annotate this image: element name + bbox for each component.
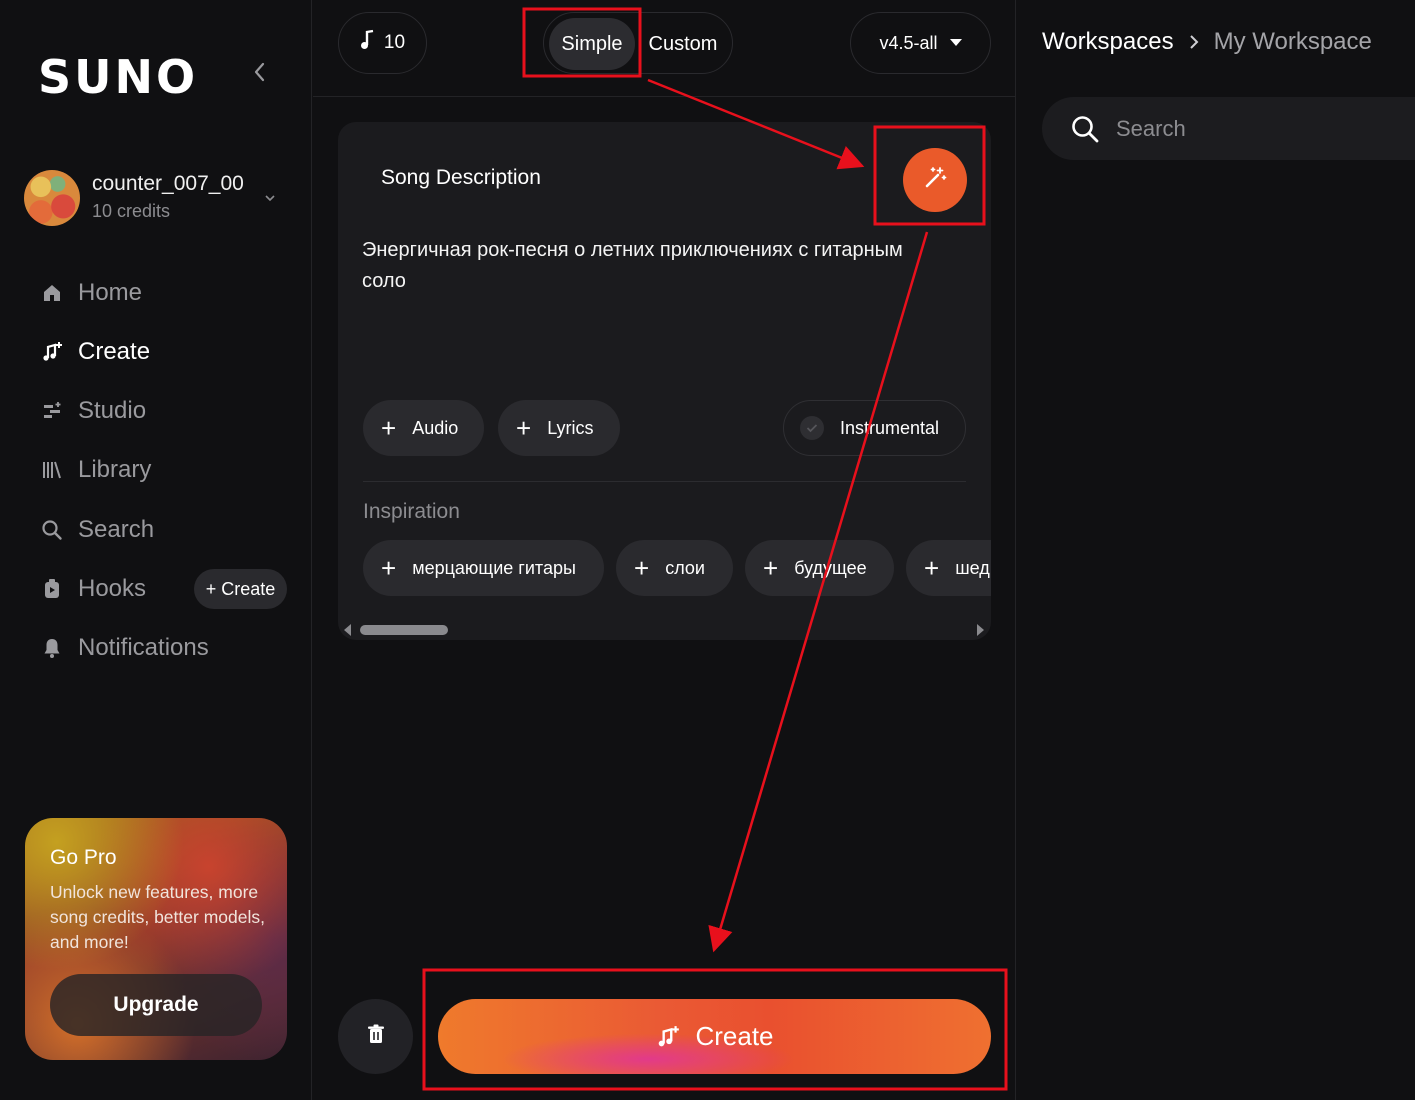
inspiration-chip-label: будущее <box>794 557 867 578</box>
user-menu[interactable]: counter_007_00 10 credits <box>24 168 294 228</box>
inspiration-chip-label: слои <box>665 557 705 578</box>
inspiration-chip[interactable]: + будущее <box>745 540 894 596</box>
breadcrumb: Workspaces My Workspace <box>1042 28 1372 56</box>
mode-custom-tab[interactable]: Custom <box>640 18 726 70</box>
workspace-panel: Workspaces My Workspace Search <box>1017 0 1415 1100</box>
add-lyrics-button[interactable]: + Lyrics <box>498 400 620 456</box>
sidebar-item-label: Library <box>78 456 152 483</box>
clear-button[interactable] <box>338 999 413 1074</box>
sidebar-item-label: Home <box>78 279 143 306</box>
sidebar: SUNO counter_007_00 10 credits Home Crea… <box>0 0 312 1100</box>
sidebar-item-notifications[interactable]: Notifications <box>38 628 209 668</box>
chevron-down-icon <box>264 190 276 206</box>
credits-value: 10 <box>383 32 406 53</box>
bell-icon <box>38 634 66 662</box>
create-panel: 10 Simple Custom v4.5-all Song Descripti… <box>313 0 1016 1100</box>
studio-icon <box>38 397 66 425</box>
add-lyrics-label: Lyrics <box>547 417 594 438</box>
plus-icon: + <box>924 553 940 583</box>
create-button-label: Create <box>695 1021 774 1051</box>
breadcrumb-current[interactable]: My Workspace <box>1214 28 1372 56</box>
add-audio-button[interactable]: + Audio <box>363 400 484 456</box>
sidebar-item-create[interactable]: Create <box>38 332 150 372</box>
scroll-right-arrow-icon[interactable] <box>977 624 984 636</box>
magic-wand-button[interactable] <box>903 148 967 212</box>
upgrade-button[interactable]: Upgrade <box>50 974 262 1036</box>
plus-icon: + <box>381 553 397 583</box>
song-description-label: Song Description <box>381 166 541 189</box>
sidebar-item-home[interactable]: Home <box>38 273 142 313</box>
scrollbar-thumb[interactable] <box>360 625 448 635</box>
inspiration-list: + мерцающие гитары + слои + будущее + ше… <box>363 540 991 596</box>
credits-pill[interactable]: 10 <box>338 12 427 74</box>
inspiration-chip-label: мерцающие гитары <box>412 557 576 578</box>
sidebar-item-label: Notifications <box>78 634 209 661</box>
sidebar-item-search[interactable]: Search <box>38 510 154 550</box>
plus-icon: + <box>763 553 779 583</box>
music-note-icon <box>360 29 376 57</box>
inspiration-label: Inspiration <box>363 500 460 523</box>
search-icon <box>1070 114 1100 144</box>
collapse-sidebar-icon[interactable] <box>248 58 272 86</box>
create-music-icon <box>655 1024 681 1050</box>
instrumental-label: Instrumental <box>840 417 940 438</box>
caret-down-icon <box>949 36 962 50</box>
sidebar-item-label: Create <box>78 338 151 365</box>
library-icon <box>38 456 66 484</box>
workspace-search-input[interactable]: Search <box>1042 97 1415 160</box>
sidebar-item-hooks[interactable]: Hooks <box>38 569 146 609</box>
sidebar-item-library[interactable]: Library <box>38 450 151 490</box>
check-icon <box>800 416 824 440</box>
plus-icon: + <box>516 413 532 443</box>
model-version-select[interactable]: v4.5-all <box>850 12 991 74</box>
plus-icon: + <box>381 413 397 443</box>
credits-count: 10 credits <box>92 201 171 221</box>
hooks-icon <box>38 575 66 603</box>
sidebar-item-label: Studio <box>78 397 147 424</box>
divider <box>363 481 966 482</box>
go-pro-title: Go Pro <box>50 846 117 869</box>
search-placeholder: Search <box>1116 115 1186 141</box>
create-music-icon <box>38 338 66 366</box>
hooks-create-button[interactable]: + Create <box>194 569 287 609</box>
go-pro-text: Unlock new features, more song credits, … <box>50 882 265 952</box>
home-icon <box>38 279 66 307</box>
mode-toggle: Simple Custom <box>543 12 733 74</box>
sidebar-item-label: Search <box>78 516 155 543</box>
horizontal-scrollbar[interactable] <box>338 620 991 640</box>
chevron-right-icon <box>1188 32 1200 52</box>
inspiration-chip[interactable]: + слои <box>616 540 733 596</box>
create-toolbar: 10 Simple Custom v4.5-all <box>313 0 1016 97</box>
create-button[interactable]: Create <box>438 999 991 1074</box>
trash-icon <box>367 1024 385 1049</box>
inspiration-chip[interactable]: + шед <box>906 540 991 596</box>
instrumental-toggle[interactable]: Instrumental <box>783 400 966 456</box>
avatar <box>24 170 80 226</box>
mode-simple-tab[interactable]: Simple <box>549 18 635 70</box>
suno-logo[interactable]: SUNO <box>38 50 198 104</box>
magic-wand-icon <box>922 165 948 196</box>
inspiration-chip[interactable]: + мерцающие гитары <box>363 540 604 596</box>
song-description-input[interactable]: Энергичная рок-песня о летних приключени… <box>362 235 952 297</box>
sidebar-item-label: Hooks <box>78 575 147 602</box>
username: counter_007_00 <box>92 172 244 195</box>
model-version-value: v4.5-all <box>879 32 938 53</box>
scroll-left-arrow-icon[interactable] <box>344 624 351 636</box>
add-audio-label: Audio <box>412 417 459 438</box>
go-pro-card: Go Pro Unlock new features, more song cr… <box>25 818 287 1060</box>
inspiration-chip-label: шед <box>955 557 990 578</box>
sidebar-item-studio[interactable]: Studio <box>38 391 146 431</box>
breadcrumb-workspaces[interactable]: Workspaces <box>1042 28 1174 56</box>
plus-icon: + <box>634 553 650 583</box>
song-description-card: Song Description Энергичная рок-песня о … <box>338 122 991 640</box>
search-icon <box>38 516 66 544</box>
